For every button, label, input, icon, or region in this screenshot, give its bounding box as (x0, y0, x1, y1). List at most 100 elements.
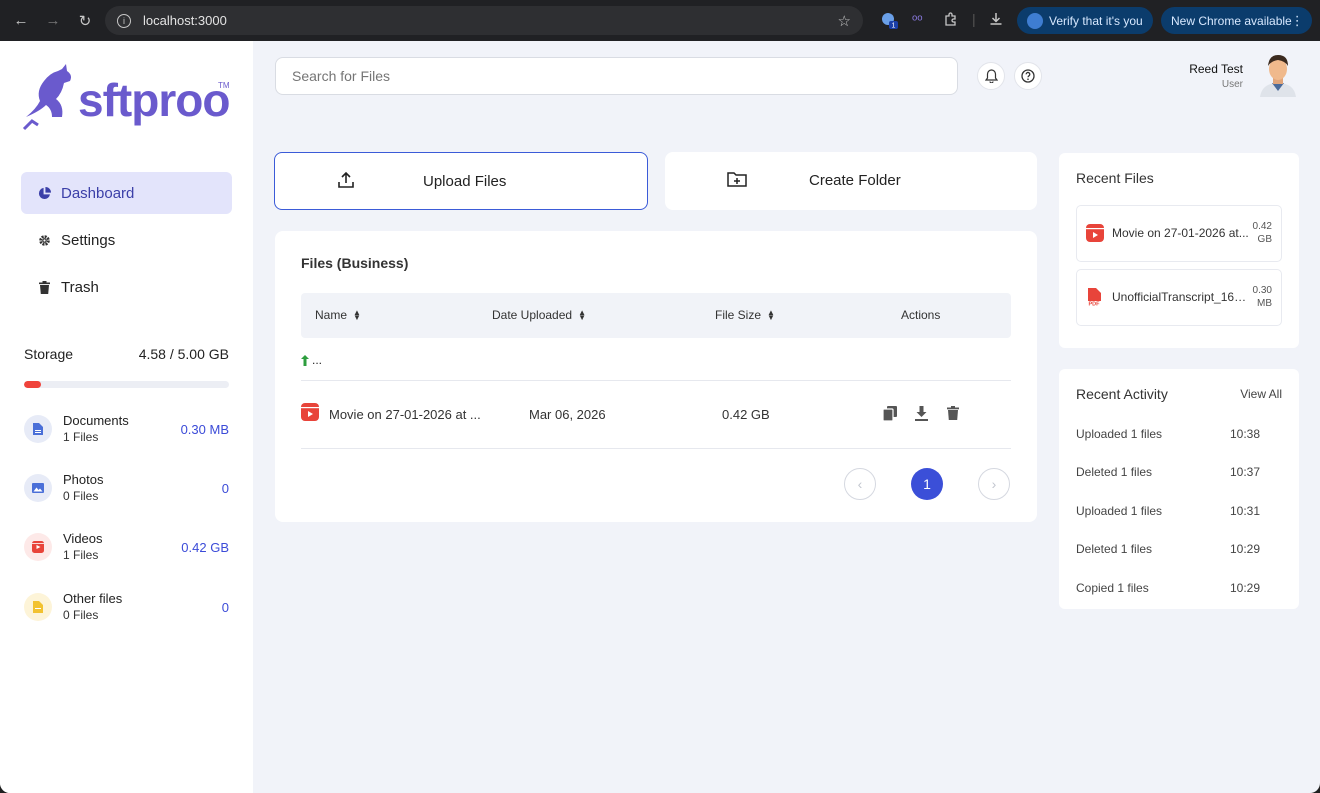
category-count: 1 Files (63, 430, 99, 444)
file-icon (24, 593, 52, 621)
sidebar-item-dashboard[interactable]: Dashboard (21, 172, 232, 214)
extension-2-icon[interactable]: ᵒᵒ (912, 11, 923, 27)
pagination-prev-button[interactable]: ‹ (844, 468, 876, 500)
sort-icon: ▲ ▼ (353, 308, 361, 322)
sidebar-item-settings[interactable]: Settings (21, 219, 232, 261)
storage-label: Storage (24, 346, 74, 362)
back-arrow-icon[interactable]: ← (8, 8, 34, 34)
column-header-size[interactable]: File Size ▲ ▼ (715, 308, 775, 322)
size-value: 0.30 (1252, 285, 1272, 296)
video-file-icon (301, 403, 319, 426)
category-name: Videos (63, 531, 103, 546)
file-size: 0.42 GB (722, 407, 770, 422)
category-name: Photos (63, 472, 104, 487)
recent-file-name: Movie on 27-01-2026 at... (1112, 226, 1249, 240)
avatar[interactable] (1258, 53, 1298, 97)
forward-arrow-icon[interactable]: → (40, 8, 66, 34)
category-documents[interactable]: Documents 1 Files 0.30 MB (24, 411, 229, 449)
browser-toolbar: ← → ↻ i localhost:3000 ☆ 1 ᵒᵒ | Verify t… (0, 0, 1320, 41)
extension-icon[interactable]: 1 (880, 11, 898, 32)
category-size: 0.30 MB (180, 422, 229, 437)
column-label: Name (315, 308, 348, 322)
trademark: TM (218, 81, 230, 90)
activity-text: Deleted 1 files (1076, 465, 1153, 479)
category-videos[interactable]: Videos 1 Files 0.42 GB (24, 529, 229, 567)
search-input[interactable] (275, 57, 958, 95)
recent-file-item[interactable]: Movie on 27-01-2026 at... 0.42 GB (1076, 205, 1282, 262)
video-icon (1086, 224, 1104, 247)
category-photos[interactable]: Photos 0 Files 0 (24, 470, 229, 508)
category-count: 0 Files (63, 489, 99, 503)
recent-activity-title: Recent Activity (1076, 386, 1168, 402)
pie-chart-icon (37, 186, 51, 200)
size-unit: GB (1257, 234, 1272, 245)
url-text: localhost:3000 (143, 13, 227, 28)
download-icon[interactable] (988, 11, 1004, 30)
svg-text:1: 1 (892, 23, 896, 30)
upload-icon (337, 171, 355, 193)
create-folder-button[interactable]: Create Folder (665, 152, 1037, 210)
category-other-files[interactable]: Other files 0 Files 0 (24, 589, 229, 627)
size-value: 0.42 (1252, 221, 1272, 232)
video-icon (24, 533, 52, 561)
user-role: User (1221, 79, 1243, 90)
activity-time: 10:29 (1230, 542, 1261, 556)
category-name: Documents (63, 413, 129, 428)
activity-text: Uploaded 1 files (1076, 504, 1163, 518)
view-all-link[interactable]: View All (1240, 387, 1282, 401)
image-icon (24, 474, 52, 502)
bookmark-star-icon[interactable]: ☆ (838, 12, 851, 30)
column-header-date[interactable]: Date Uploaded ▲ ▼ (492, 308, 586, 322)
profile-globe-icon (1027, 12, 1043, 29)
parent-folder-row[interactable]: ... (301, 339, 1011, 381)
upload-files-button[interactable]: Upload Files (274, 152, 648, 210)
kebab-menu-icon[interactable]: ⋮ (1291, 13, 1304, 29)
sftproo-logo[interactable]: sftproo TM (22, 63, 232, 131)
recent-file-item[interactable]: PDF UnofficialTranscript_169... 0.30 MB (1076, 269, 1282, 326)
pdf-icon: PDF (1086, 288, 1102, 311)
activity-time: 10:31 (1230, 504, 1261, 518)
kangaroo-icon (22, 64, 71, 131)
sidebar-item-trash[interactable]: Trash (21, 266, 232, 308)
activity-text: Deleted 1 files (1076, 542, 1153, 556)
trash-icon (37, 280, 51, 294)
table-header: Name ▲ ▼ Date Uploaded ▲ ▼ File Size ▲ ▼ Ac… (301, 293, 1011, 338)
document-icon (24, 415, 52, 443)
copy-icon[interactable] (882, 406, 897, 426)
chevron-left-icon: ‹ (857, 476, 863, 492)
delete-icon[interactable] (947, 406, 959, 425)
file-date: Mar 06, 2026 (529, 407, 606, 422)
pagination-next-button[interactable]: › (978, 468, 1010, 500)
new-chrome-button[interactable]: New Chrome available ⋮ (1161, 7, 1312, 34)
sidebar-item-label: Settings (61, 231, 116, 249)
recent-file-name: UnofficialTranscript_169... (1112, 290, 1250, 304)
help-icon[interactable] (1014, 62, 1042, 90)
reload-icon[interactable]: ↻ (72, 8, 98, 34)
category-count: 1 Files (63, 548, 99, 562)
address-bar[interactable]: i localhost:3000 ☆ (105, 6, 863, 35)
activity-time: 10:37 (1230, 465, 1261, 479)
sort-icon: ▲ ▼ (578, 308, 586, 322)
activity-text: Uploaded 1 files (1076, 427, 1163, 441)
up-row-content: ... (301, 353, 322, 367)
table-row[interactable]: Movie on 27-01-2026 at ... Mar 06, 2026 … (301, 381, 1011, 449)
storage-progress-bar (24, 381, 229, 388)
verify-identity-button[interactable]: Verify that it's you (1017, 7, 1153, 34)
sidebar-item-label: Dashboard (61, 184, 135, 202)
update-label: New Chrome available (1171, 13, 1292, 28)
storage-progress-fill (24, 381, 42, 388)
activity-item: Deleted 1 files 10:29 (1076, 542, 1282, 556)
notification-bell-icon[interactable] (977, 62, 1005, 90)
activity-item: Copied 1 files 10:29 (1076, 581, 1282, 595)
pagination-page-button[interactable]: 1 (911, 468, 943, 500)
download-icon[interactable] (915, 406, 928, 426)
sidebar-item-label: Trash (61, 278, 99, 296)
files-panel: Files (Business) Name ▲ ▼ Date Uploaded ▲… (275, 231, 1037, 522)
recent-activity-panel: Recent Activity View All Uploaded 1 file… (1059, 369, 1299, 609)
column-header-name[interactable]: Name ▲ ▼ (315, 308, 361, 322)
upload-files-label: Upload Files (423, 173, 507, 190)
app-window: sftproo TM Dashboard Settings Trash Stor… (0, 41, 1320, 793)
site-info-icon[interactable]: i (117, 13, 131, 28)
category-count: 0 Files (63, 608, 99, 622)
puzzle-icon[interactable] (943, 11, 959, 30)
